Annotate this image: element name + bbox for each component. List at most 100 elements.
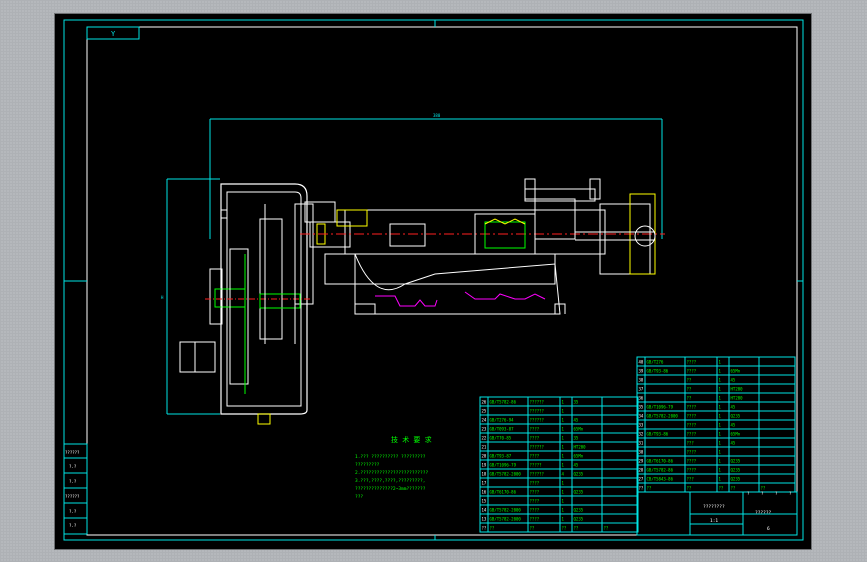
bom-right-cell: GB/T93-86 (647, 432, 669, 437)
bom-right-cell: Q235 (731, 414, 741, 419)
bom-right-cell: 65Mn (731, 432, 741, 437)
bom-left-cell: GB/T093-87 (490, 427, 515, 432)
bom-left-row (479, 441, 639, 452)
bom-left-cell: 16 (482, 490, 487, 495)
bom-table-left: 26 GB/T5782-86?????? 1 35 25?????? 1 24 GB/T276… (479, 396, 639, 533)
corner-label: Y (111, 30, 116, 38)
bom-right-row (636, 482, 796, 493)
bom-left-cell: GB/T5782-86 (490, 400, 517, 405)
bom-left-cell: 13 (482, 517, 487, 522)
bom-right-cell: ??? (687, 477, 695, 482)
bom-left-cell: HT200 (574, 445, 587, 450)
bom-right-cell: 45 (731, 441, 736, 446)
bom-left-cell: GB/T93-87 (490, 454, 512, 459)
bom-left-cell: 35 (574, 400, 579, 405)
bom-right-cell: GB/T276 (647, 360, 664, 365)
bom-left-cell: 1 (562, 400, 565, 405)
dimension-lines: 380 H (161, 113, 663, 415)
bom-left-cell: 1 (562, 490, 565, 495)
bom-right-cell: 36 (639, 396, 644, 401)
bom-left-cell: 17 (482, 481, 487, 486)
bom-left-cell: ?????? (530, 409, 545, 414)
bom-right-cell: ???? (687, 360, 697, 365)
bom-left-cell: 24 (482, 418, 487, 423)
bom-right-cell: ?? (687, 486, 692, 491)
bom-right-cell: 1 (719, 396, 722, 401)
bom-left-cell: GB/T70-85 (490, 436, 512, 441)
tech-line-5: ??? (355, 494, 363, 500)
bom-left-cell: Q235 (574, 508, 584, 513)
gearbox-housing (179, 183, 314, 425)
drawing-viewport[interactable]: Y ?????? ?.? ?.? ?????? ?.? ?.? 380 H 技 … (54, 13, 812, 550)
bom-right-cell: 1 (719, 369, 722, 374)
bom-right-cell: 1 (719, 432, 722, 437)
bom-right-cell: 38 (639, 378, 644, 383)
left-mark-1: ?.? (69, 464, 77, 469)
bom-left-row (479, 405, 639, 416)
bom-left-cell: 25 (482, 409, 487, 414)
bom-right-cell: ?? (687, 387, 692, 392)
bom-right-cell: 1 (719, 468, 722, 473)
bom-left-cell: 1 (562, 445, 565, 450)
bom-right-cell: ?? (761, 486, 766, 491)
bom-right-row (636, 446, 796, 457)
bom-right-cell: GB/T6170-86 (647, 459, 674, 464)
bom-right-cell: 32 (639, 432, 644, 437)
bom-left-cell: GB/T5782-2000 (490, 472, 522, 477)
bom-left-cell: ?? (490, 526, 495, 531)
bom-right-cell: ???? (687, 423, 697, 428)
bom-right-cell: ???? (687, 450, 697, 455)
bom-right-cell: ?? (731, 486, 736, 491)
bom-left-cell: 21 (482, 445, 487, 450)
tech-line-4: ??????????????2~3mm??????? (355, 486, 426, 492)
bom-right-cell: 31 (639, 441, 644, 446)
bom-left-cell: ?? (574, 526, 579, 531)
dimension-top-label: 380 (433, 113, 441, 118)
bom-left-cell: ?? (604, 526, 609, 531)
title-sheet-code: ?????? (755, 510, 772, 516)
bom-right-cell: Q235 (731, 468, 741, 473)
bom-left-cell: GB/T5782-2000 (490, 517, 522, 522)
bom-left-cell: 23 (482, 427, 487, 432)
ground-profile (335, 283, 566, 315)
bom-right-cell: CB/T5843-86 (647, 477, 674, 482)
bom-right-cell: ???? (687, 468, 697, 473)
bom-left-cell: 1 (562, 418, 565, 423)
title-scale: 1:1 (710, 518, 718, 524)
dimension-left-label: H (161, 295, 164, 300)
bom-right-cell: 30 (639, 450, 644, 455)
bom-right-cell: 27 (639, 477, 644, 482)
bom-left-cell: 1 (562, 499, 565, 504)
bom-left-cell: ?????? (530, 418, 545, 423)
bom-left-cell: ?????? (530, 400, 545, 405)
bom-left-cell: 26 (482, 400, 487, 405)
bom-right-row (636, 392, 796, 403)
assembly-drawing: Y ?????? ?.? ?.? ?????? ?.? ?.? 380 H 技 … (63, 19, 804, 541)
bom-right-cell: 65Mn (731, 369, 741, 374)
left-mark-4: ?.? (69, 509, 77, 514)
bom-left-cell: 1 (562, 409, 565, 414)
bom-right-cell: 45 (731, 405, 736, 410)
bom-left-cell: 1 (562, 481, 565, 486)
bom-right-cell: 1 (719, 477, 722, 482)
bom-right-cell: 1 (719, 414, 722, 419)
bom-left-cell: 45 (574, 418, 579, 423)
bom-right-cell: HT200 (731, 396, 744, 401)
bom-right-cell: 1 (719, 423, 722, 428)
bom-left-cell: GB/T5782-2000 (490, 508, 522, 513)
bom-left-cell: ?? (562, 526, 567, 531)
tech-line-0: 1.??? ?????????? ????????? (355, 454, 426, 460)
bom-left-cell: ???? (530, 517, 540, 522)
bom-right-cell: ?? (639, 486, 644, 491)
bom-table-right: 40 GB/T276???? 139 GB/T93-86???? 1 65Mn38?? 1 4… (636, 356, 796, 493)
bom-left-cell: 65Mn (574, 427, 584, 432)
bom-right-cell: 37 (639, 387, 644, 392)
bom-right-cell: 1 (719, 378, 722, 383)
bom-left-cell: Q235 (574, 490, 584, 495)
bom-left-row (479, 495, 639, 506)
bom-right-cell: GB/T1096-79 (647, 405, 674, 410)
bom-left-cell: Q235 (574, 517, 584, 522)
bom-right-cell: ???? (687, 405, 697, 410)
bom-left-cell: ?????? (530, 445, 545, 450)
title-block: ???????? 1:1 ?????? 6 ? ? ? ? (636, 491, 798, 536)
